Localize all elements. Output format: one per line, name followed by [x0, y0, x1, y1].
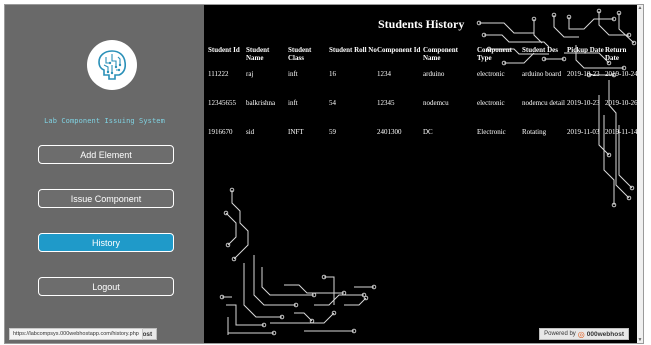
column-header-return-date: Return Date [605, 46, 627, 62]
table-row: 12345655 balkrishna inft 54 12345 nodemc… [208, 97, 639, 126]
browser-viewport: Lab Component Issuing System Add Element… [4, 4, 644, 344]
app-title: Lab Component Issuing System [44, 117, 165, 125]
column-header-student-roll-no: Student Roll No [329, 46, 377, 54]
table-cell: 2019-11-03 [567, 128, 600, 136]
webhost-logo-icon: ◎ [577, 329, 585, 339]
table-cell: 54 [329, 99, 336, 107]
table-cell: electronic [477, 70, 505, 78]
brain-icon [98, 50, 127, 80]
column-header-component-type: Component Type [477, 46, 513, 62]
main-content: Students History Student Id Student Name… [204, 5, 643, 343]
powered-by-brand: 000webhost [586, 330, 624, 338]
table-cell: arduino board [522, 70, 562, 78]
table-cell: 12345655 [208, 99, 236, 107]
table-cell: 1916670 [208, 128, 233, 136]
table-cell: 2019-10-24 [605, 70, 638, 78]
table-cell: 2019-10-26 [605, 99, 638, 107]
vertical-scrollbar[interactable]: ▲ ▼ [637, 5, 643, 343]
add-element-button[interactable]: Add Element [38, 145, 174, 164]
table-cell: 111222 [208, 70, 229, 78]
table-cell: arduino [423, 70, 445, 78]
sidebar: Lab Component Issuing System Add Element… [5, 5, 204, 343]
powered-by-badge[interactable]: Powered by ◎ 000webhost [539, 328, 629, 340]
status-bar-url: https://labcompsys.000webhostapp.com/his… [9, 328, 143, 340]
table-cell: 2019-11-14 [605, 128, 638, 136]
table-cell: nodemcu detail [522, 99, 565, 107]
table-cell: 12345 [377, 99, 395, 107]
page-title: Students History [378, 17, 465, 31]
column-header-student-des: Student Des [522, 46, 558, 54]
scroll-down-arrow-icon[interactable]: ▼ [637, 337, 643, 343]
scroll-up-arrow-icon[interactable]: ▲ [637, 5, 643, 11]
table-row: 111222 raj inft 16 1234 arduino electron… [208, 68, 639, 97]
table-cell: electronic [477, 99, 505, 107]
table-cell: 1234 [377, 70, 391, 78]
column-header-student-id: Student Id [208, 46, 240, 54]
table-cell: 16 [329, 70, 336, 78]
column-header-pickup-date: Pickup Date [567, 46, 604, 54]
brain-circuit-logo [87, 40, 137, 90]
table-cell: 2401300 [377, 128, 402, 136]
table-cell: Rotating [522, 128, 547, 136]
history-table: Student Id Student Name Student Class St… [208, 46, 639, 155]
issue-component-button[interactable]: Issue Component [38, 189, 174, 208]
table-cell: raj [246, 70, 254, 78]
table-cell: sid [246, 128, 255, 136]
table-cell: 2019-10-23 [567, 99, 600, 107]
table-cell: INFT [288, 128, 304, 136]
column-header-student-name: Student Name [246, 46, 270, 62]
powered-by-label: Powered by [544, 331, 576, 337]
table-header-row: Student Id Student Name Student Class St… [208, 46, 639, 68]
table-cell: inft [288, 70, 298, 78]
table-cell: 2019-10-23 [567, 70, 600, 78]
table-cell: inft [288, 99, 298, 107]
table-cell: nodemcu [423, 99, 449, 107]
history-button[interactable]: History [38, 233, 174, 252]
logout-button[interactable]: Logout [38, 277, 174, 296]
column-header-student-class: Student Class [288, 46, 312, 62]
table-cell: balkrishna [246, 99, 276, 107]
table-cell: 59 [329, 128, 336, 136]
column-header-component-id: Component Id [377, 46, 421, 54]
table-cell: Electronic [477, 128, 506, 136]
column-header-component-name: Component Name [423, 46, 459, 62]
table-cell: DC [423, 128, 433, 136]
table-row: 1916670 sid INFT 59 2401300 DC Electroni… [208, 126, 639, 155]
